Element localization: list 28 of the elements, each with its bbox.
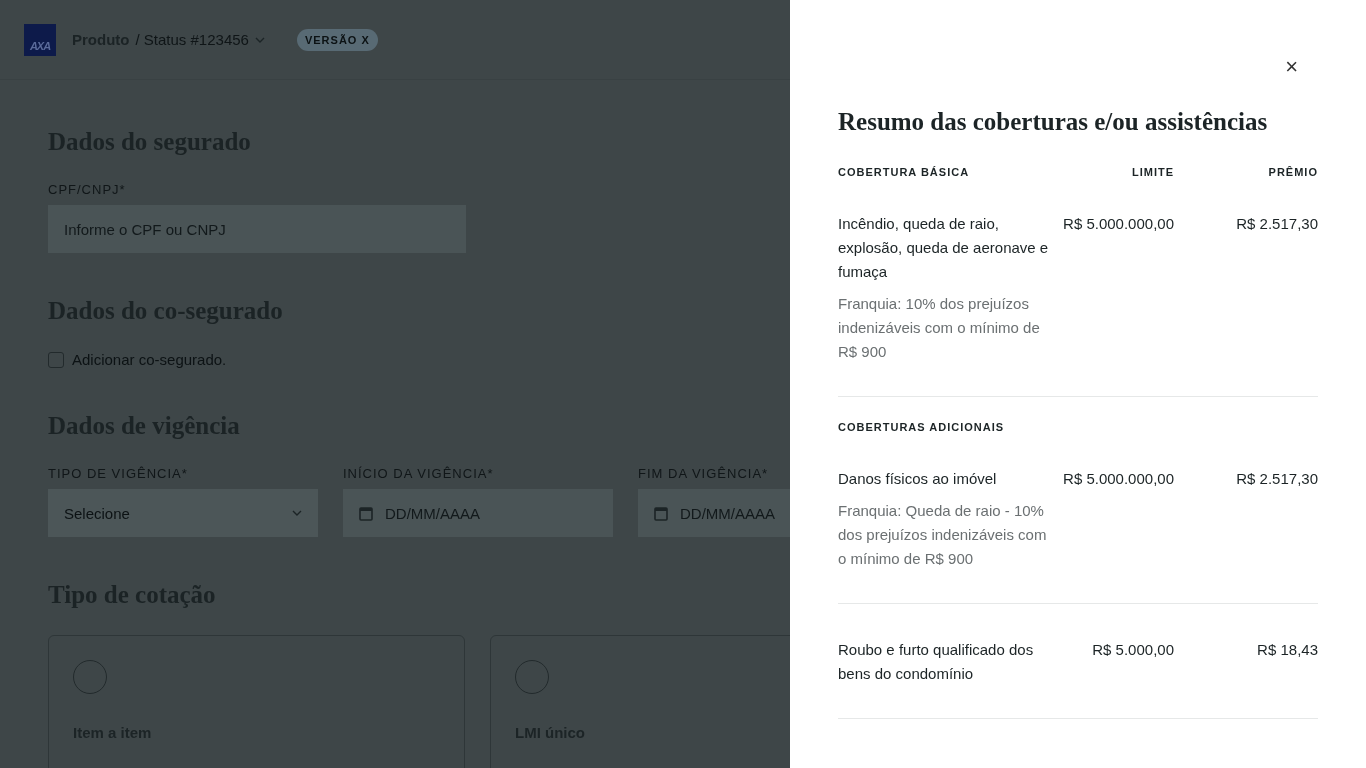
limit-value: R$ 5.000.000,00	[1063, 470, 1174, 487]
checkbox[interactable]	[48, 351, 64, 368]
group-heading: COBERTURAS ADICIONAIS	[838, 421, 1006, 433]
column-header: LIMITE	[1130, 166, 1174, 178]
chevron-down-icon	[292, 510, 302, 516]
limit-value: R$ 5.000,00	[1092, 641, 1174, 658]
drawer-title: Resumo das coberturas e/ou assistências	[838, 108, 1269, 136]
premium-value: R$ 18,43	[1257, 641, 1318, 658]
input-field[interactable]: Informe o CPF ou CNPJ	[48, 205, 466, 253]
coverage-name: Roubo e furto qualificado dos bens do condomínio	[838, 641, 1034, 682]
deductible-note: Franquia: Queda de raio - 10% dos prejuízos indenizáveis com o mínimo de R$ 900	[838, 501, 1048, 569]
chevron-down-icon	[254, 36, 265, 43]
close-button[interactable]: ×	[1281, 56, 1302, 78]
calendar-icon	[654, 505, 668, 521]
group-heading: COBERTURA BÁSICA	[838, 166, 971, 178]
calendar-icon	[359, 505, 373, 521]
limit-value: R$ 5.000.000,00	[1063, 215, 1174, 232]
date-field[interactable]: DD/MM/AAAA	[343, 489, 613, 537]
logo: AXA	[24, 23, 56, 56]
deductible-note: Franquia: 10% dos prejuízos indenizáveis com o mínimo de R$ 900	[838, 294, 1041, 362]
coverage-name: Danos físicos ao imóvel	[838, 470, 997, 487]
select-field[interactable]: Selecione	[48, 489, 318, 537]
premium-value: R$ 2.517,30	[1236, 470, 1318, 487]
coverage-name: Incêndio, queda de raio, explosão, queda de aeronave e fumaça	[838, 215, 1049, 280]
version-badge: VERSÃO X	[296, 28, 378, 51]
premium-value: R$ 2.517,30	[1236, 215, 1318, 232]
date-field[interactable]: DD/MM/AAAA	[638, 489, 790, 537]
column-header: PRÊMIO	[1267, 166, 1318, 178]
